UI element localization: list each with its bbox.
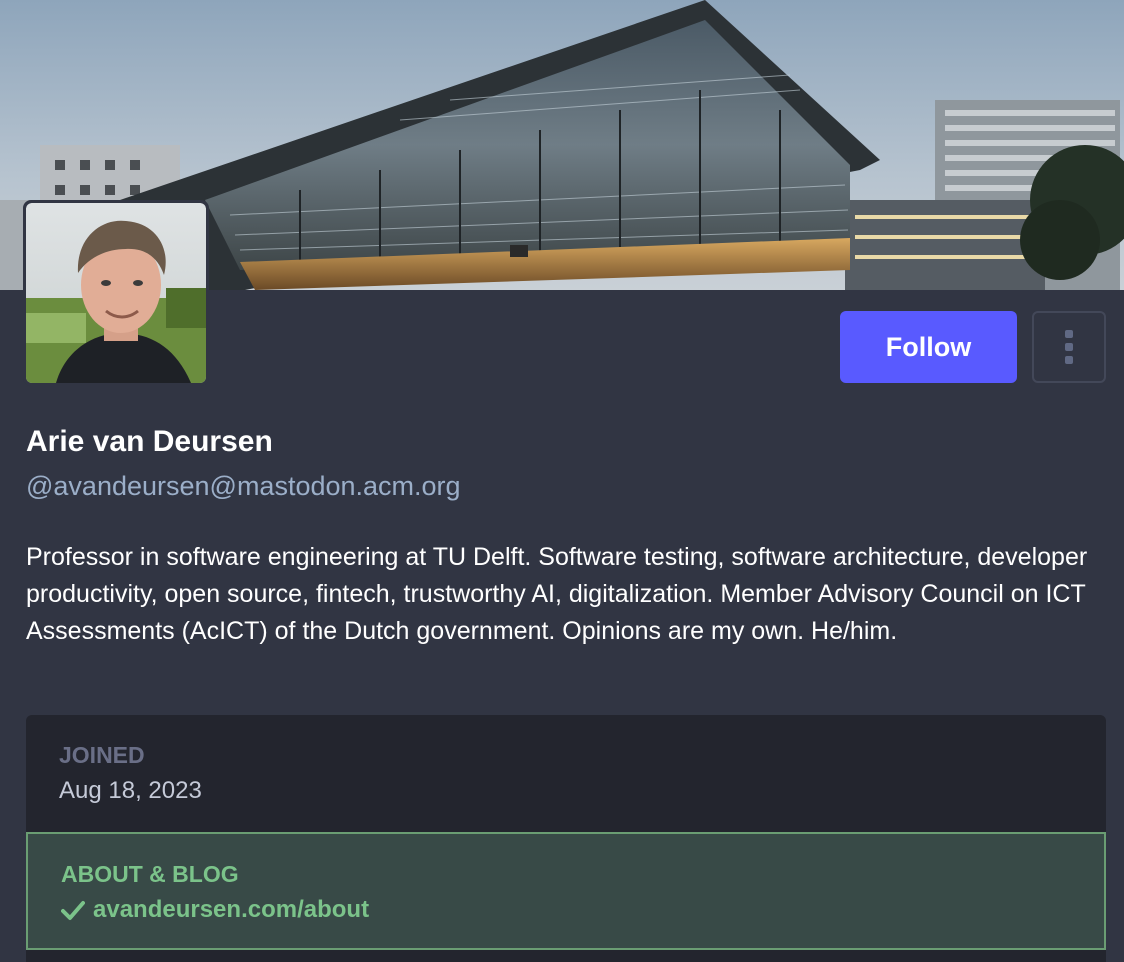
check-icon [61, 901, 85, 920]
more-vertical-icon [1065, 330, 1073, 364]
field-value: Aug 18, 2023 [59, 777, 202, 804]
avatar[interactable] [23, 200, 209, 386]
field-label: JOINED [59, 742, 145, 768]
field-joined: JOINED Aug 18, 2023 [26, 715, 1106, 832]
field-label: ABOUT & BLOG [61, 861, 239, 887]
profile-fields: JOINED Aug 18, 2023 ABOUT & BLOG avandeu… [26, 715, 1106, 962]
display-name: Arie van Deursen [26, 425, 273, 458]
account-handle: @avandeursen@mastodon.acm.org [26, 471, 461, 501]
about-blog-link[interactable]: avandeursen.com/about [93, 894, 369, 926]
more-options-button[interactable] [1032, 311, 1106, 383]
profile-bio: Professor in software engineering at TU … [26, 543, 1088, 645]
field-value-link-row: avandeursen.com/about [61, 894, 1104, 926]
field-verified-link: ABOUT & BLOG avandeursen.com/about [26, 832, 1106, 950]
follow-button[interactable]: Follow [840, 311, 1017, 383]
